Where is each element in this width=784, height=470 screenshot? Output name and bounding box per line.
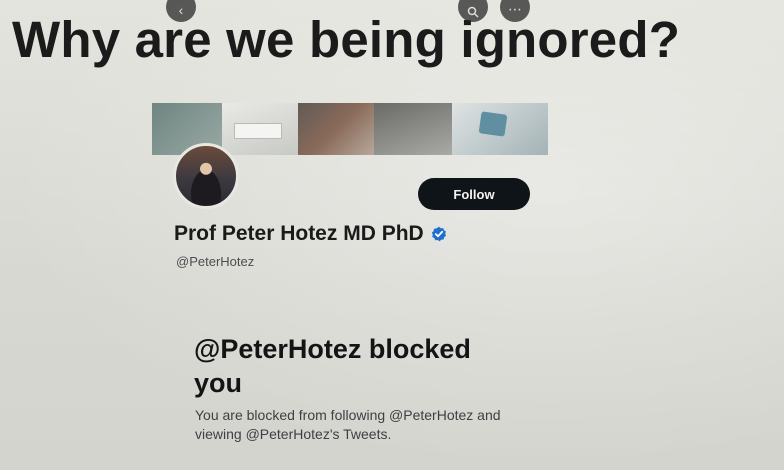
banner-photo [298, 103, 374, 155]
banner-photo [374, 103, 452, 155]
display-name: Prof Peter Hotez MD PhD [174, 222, 424, 245]
verified-badge-icon [431, 226, 446, 242]
profile-name-row: Prof Peter Hotez MD PhD [174, 222, 447, 246]
follow-button[interactable]: Follow [418, 178, 530, 210]
banner-photo [222, 103, 298, 155]
avatar[interactable] [173, 143, 239, 209]
profile-handle: @PeterHotez [176, 254, 255, 269]
blocked-message: You are blocked from following @PeterHot… [195, 407, 501, 442]
arrow-left-icon: ‹ [178, 2, 184, 18]
banner-photo [452, 103, 548, 155]
search-icon [467, 6, 479, 18]
page-headline: Why are we being ignored? [12, 11, 681, 68]
blocked-heading: @PeterHotez blocked you [194, 334, 471, 398]
more-icon: ⋯ [508, 1, 522, 17]
